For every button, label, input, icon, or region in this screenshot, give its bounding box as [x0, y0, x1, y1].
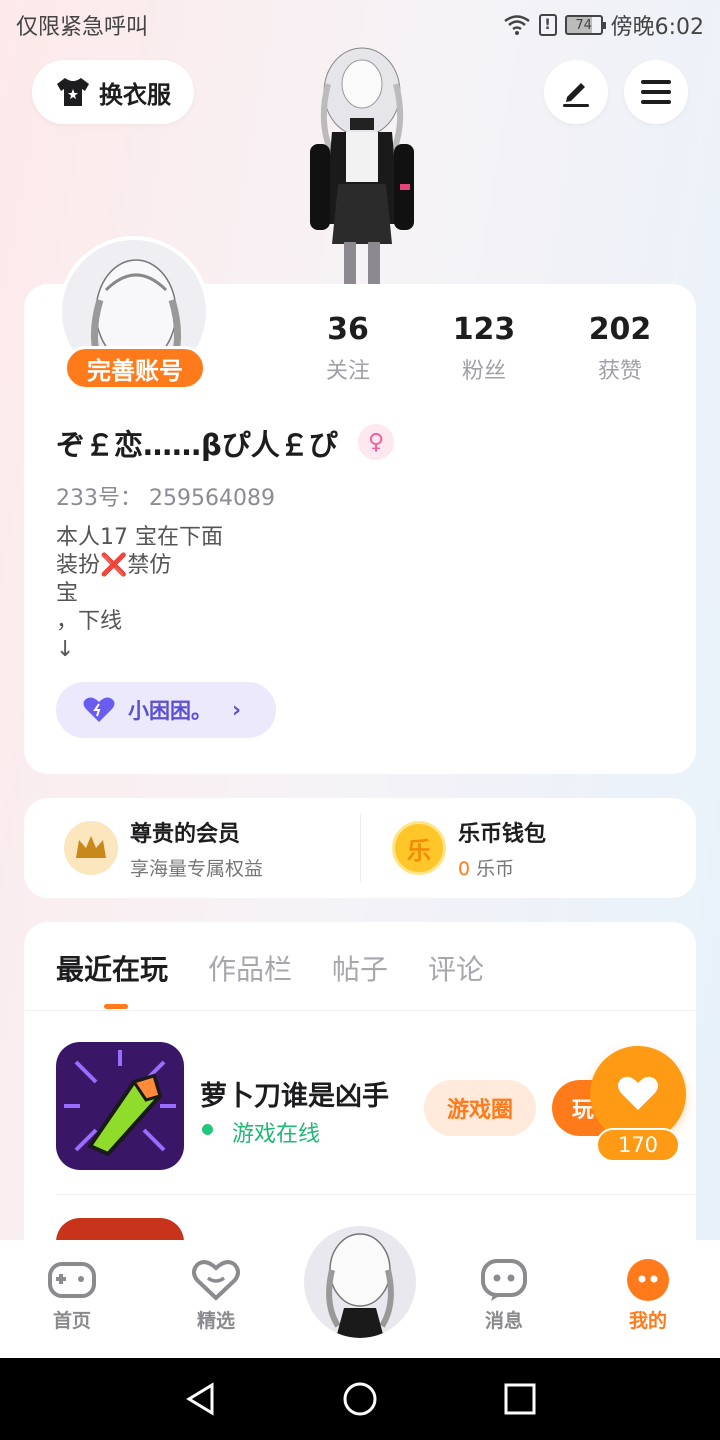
- game-circle-button[interactable]: 游戏圈: [424, 1080, 536, 1136]
- likes-count: 202: [588, 312, 652, 347]
- nav-featured[interactable]: 精选: [171, 1258, 261, 1333]
- clock-text: 傍晚6:02: [610, 15, 704, 40]
- change-outfit-button[interactable]: 换衣服: [32, 60, 194, 124]
- vip-membership-entry[interactable]: 尊贵的会员 享海量专属权益: [64, 798, 263, 898]
- mood-status-label: 小困困。: [128, 699, 212, 723]
- vip-title: 尊贵的会员: [130, 821, 241, 847]
- female-gender-icon: ♀: [358, 424, 394, 460]
- nav-avatar-button[interactable]: [304, 1226, 416, 1338]
- heart-icon: [83, 697, 115, 722]
- nav-messages-label: 消息: [484, 1310, 523, 1332]
- tab-indicator: [104, 1004, 128, 1009]
- wifi-icon: [503, 15, 530, 35]
- edit-profile-button[interactable]: [544, 60, 608, 124]
- message-icon: [481, 1259, 527, 1301]
- wallet-unit: 乐币: [476, 857, 515, 880]
- profile-face-icon: [627, 1259, 669, 1301]
- gamepad-icon: [48, 1262, 96, 1298]
- back-icon[interactable]: [184, 1382, 218, 1416]
- battery-level: 74: [575, 17, 592, 33]
- status-bar: 仅限紧急呼叫 ! 74 傍晚6:02: [0, 0, 720, 50]
- battery-icon: 74: [564, 15, 606, 35]
- coin-icon: 乐: [392, 821, 446, 875]
- menu-button[interactable]: [624, 60, 688, 124]
- wallet-balance: 0 乐币: [458, 854, 546, 881]
- wallet-entry[interactable]: 乐 乐币钱包 0 乐币: [392, 798, 546, 898]
- vip-subtitle: 享海量专属权益: [130, 857, 264, 880]
- game-name[interactable]: 萝卜刀谁是凶手: [200, 1074, 389, 1113]
- complete-account-button[interactable]: 完善账号: [64, 346, 206, 390]
- tab-comments[interactable]: 评论: [428, 948, 484, 988]
- hamburger-icon: [641, 80, 671, 104]
- home-circle-icon[interactable]: [343, 1382, 377, 1416]
- tab-works[interactable]: 作品栏: [208, 948, 292, 988]
- game-icon[interactable]: [56, 1042, 184, 1170]
- bio-text: 本人17 宝在下面 装扮❌禁仿 宝 ，下线 ↓: [56, 525, 223, 662]
- tab-recently-played[interactable]: 最近在玩: [56, 948, 168, 988]
- status-icons: ! 74 傍晚6:02: [503, 9, 704, 41]
- wallet-amount: 0: [458, 857, 471, 880]
- nickname: ぞ￡恋……βぴ人￡ぴ: [56, 428, 338, 462]
- user-id[interactable]: 233号： 259564089: [56, 480, 275, 512]
- sim-alert-icon: !: [538, 14, 557, 36]
- row-divider: [56, 1194, 696, 1195]
- nav-home-label: 首页: [52, 1310, 91, 1332]
- nav-featured-label: 精选: [196, 1310, 235, 1332]
- change-outfit-label: 换衣服: [99, 80, 171, 109]
- nav-home[interactable]: 首页: [27, 1258, 117, 1333]
- tab-divider: [24, 1010, 696, 1011]
- avatar-character-figure[interactable]: [288, 44, 436, 288]
- profile-tabs: 最近在玩 作品栏 帖子 评论: [56, 948, 484, 988]
- following-label: 关注: [325, 359, 370, 384]
- nav-mine[interactable]: 我的: [603, 1258, 693, 1333]
- online-indicator: [202, 1124, 213, 1135]
- following-count: 36: [327, 312, 369, 347]
- nav-messages[interactable]: 消息: [459, 1258, 549, 1333]
- recents-square-icon[interactable]: [503, 1382, 537, 1416]
- carrier-text: 仅限紧急呼叫: [16, 15, 149, 40]
- crown-icon: [64, 821, 118, 875]
- stat-likes[interactable]: 202 获赞: [560, 312, 680, 385]
- avatar-mini-figure: [326, 1233, 394, 1338]
- heart-chat-icon: [192, 1260, 240, 1301]
- likes-label: 获赞: [597, 359, 642, 384]
- online-status: 游戏在线: [232, 1122, 321, 1147]
- wallet-title: 乐币钱包: [458, 821, 547, 847]
- mood-status-chip[interactable]: 小困困。 ›: [56, 682, 276, 738]
- stat-following[interactable]: 36 关注: [288, 312, 408, 385]
- pencil-icon: [563, 83, 589, 107]
- carrot-knife-icon: [56, 1042, 184, 1170]
- stat-fans[interactable]: 123 粉丝: [424, 312, 544, 385]
- vip-divider: [360, 814, 361, 882]
- chevron-right-icon: ›: [232, 697, 242, 723]
- heart-icon: [618, 1076, 658, 1110]
- fans-label: 粉丝: [461, 359, 506, 384]
- fans-count: 123: [452, 312, 516, 347]
- tshirt-icon: [57, 78, 89, 106]
- like-count: 170: [596, 1128, 680, 1162]
- tab-posts[interactable]: 帖子: [332, 948, 388, 988]
- nav-mine-label: 我的: [628, 1310, 667, 1332]
